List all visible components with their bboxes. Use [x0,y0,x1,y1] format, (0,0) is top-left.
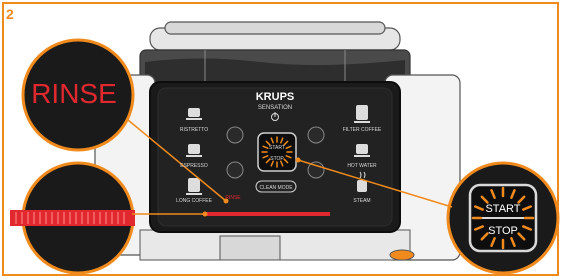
espresso-label: ESPRESSO [180,163,208,169]
espresso-cup-icon [186,144,202,157]
steam-label: STEAM [353,198,370,204]
brand-label: KRUPS [256,91,295,103]
filter-coffee-label: FILTER COFFEE [343,127,382,133]
ristretto-label: RISTRETTO [180,127,208,133]
callout-dot-start [295,157,301,163]
zoom-start-stop [446,161,560,275]
clean-mode-label: CLEAN MODE [259,185,293,191]
ristretto-cup-icon [186,108,202,120]
rinse-status-label: RINSE [225,195,241,201]
start-label: START [269,145,285,151]
stop-label: STOP [270,156,284,162]
instruction-illustration: 2 KRUPS SENSATION RISTRETTO ESPRESSO LON… [0,0,563,280]
zoom-rinse-bar [10,161,135,275]
rinse-indicator-bar [205,212,330,216]
zoom-start-label: START [485,203,520,215]
hot-water-label: HOT WATER [347,163,377,169]
long-coffee-label: LONG COFFEE [176,198,213,204]
zoom-stop-label: STOP [488,225,518,237]
model-label: SENSATION [258,105,292,111]
machine-drawing: KRUPS SENSATION RISTRETTO ESPRESSO LONG … [10,21,560,275]
zoom-rinse-label: RINSE [31,78,117,109]
hot-water-icon [354,144,370,157]
callout-dot-bar [202,211,208,217]
